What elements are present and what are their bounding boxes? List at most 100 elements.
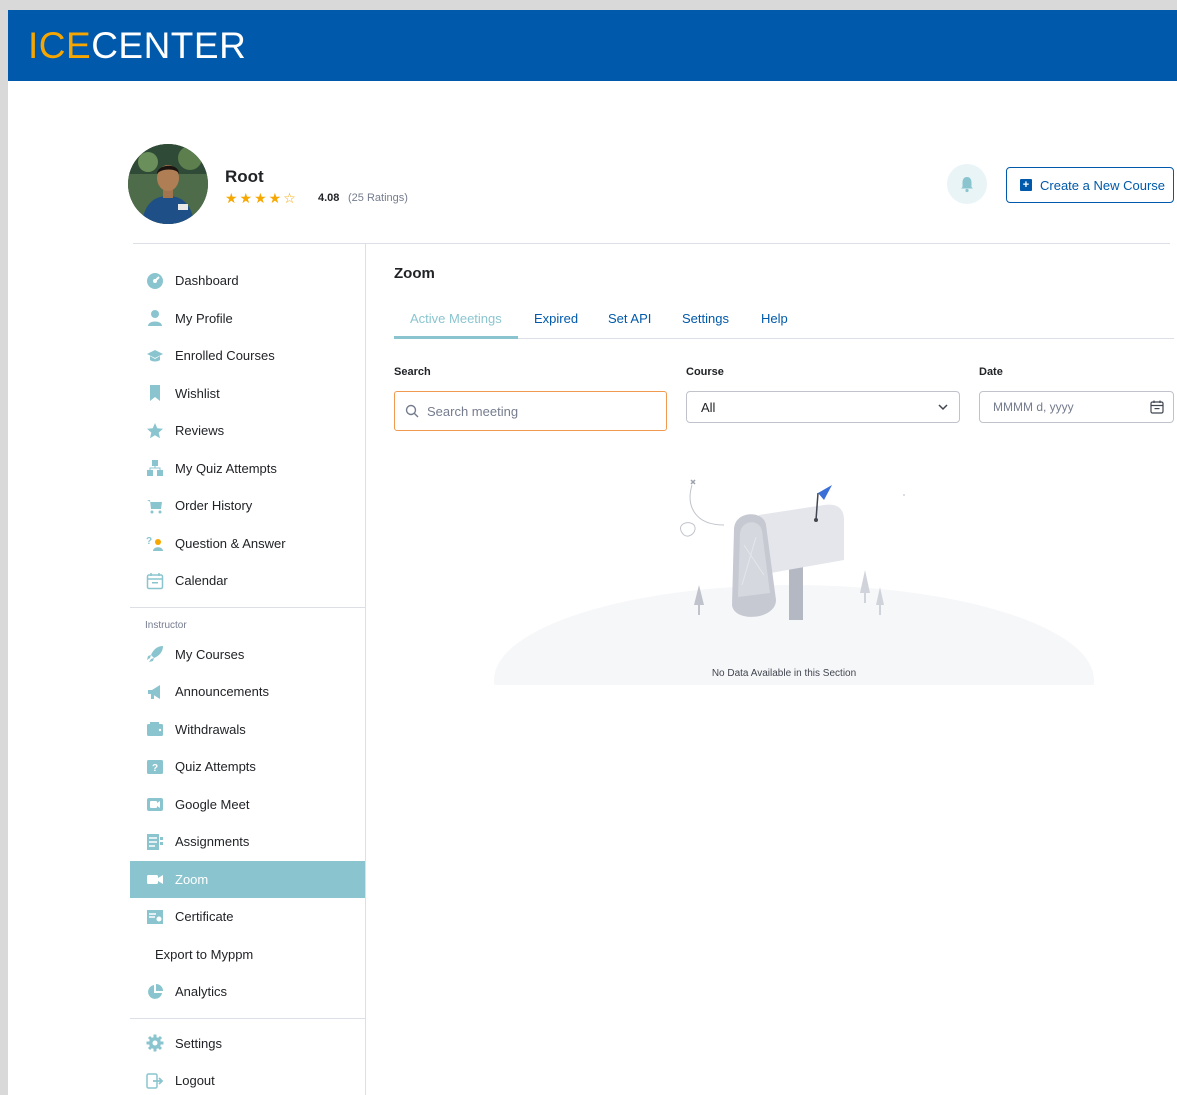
sidebar-item-label: Enrolled Courses	[175, 348, 275, 364]
sidebar-item-label: My Courses	[175, 646, 245, 662]
avatar[interactable]	[128, 144, 208, 224]
chevron-down-icon	[938, 404, 948, 411]
app-window: ICECENTER Root ★★★★☆ 4.08 (25 Ratings) +…	[8, 10, 1177, 1095]
sidebar-divider	[365, 244, 366, 1095]
zoom-camera-icon	[146, 870, 164, 888]
sidebar-item-order-history[interactable]: Order History	[130, 487, 365, 525]
sidebar-item-certificate[interactable]: Certificate	[130, 898, 365, 936]
sidebar-item-label: Export to Myppm	[155, 946, 254, 962]
rocket-icon	[146, 645, 164, 663]
course-select-value: All	[701, 399, 716, 415]
sidebar-item-label: Order History	[175, 498, 253, 514]
date-label: Date	[979, 366, 1003, 378]
calendar-icon	[146, 572, 164, 590]
logo-ice-text: ICE	[28, 25, 92, 66]
sidebar-item-withdrawals[interactable]: Withdrawals	[130, 711, 365, 749]
sidebar-item-analytics[interactable]: Analytics	[130, 973, 365, 1011]
date-placeholder: MMMM d, yyyy	[993, 400, 1074, 414]
profile-name: Root	[225, 167, 264, 186]
sidebar-item-label: Certificate	[175, 909, 234, 925]
sidebar-item-label: Settings	[175, 1035, 222, 1051]
profile-header: Root ★★★★☆ 4.08 (25 Ratings) + Create a …	[128, 144, 1177, 224]
sidebar-item-label: Withdrawals	[175, 721, 246, 737]
svg-text:?: ?	[146, 536, 152, 547]
search-input[interactable]	[427, 403, 647, 419]
sidebar-item-wishlist[interactable]: Wishlist	[130, 375, 365, 413]
dashboard-icon	[146, 272, 164, 290]
sidebar: Dashboard My Profile Enrolled Courses Wi…	[130, 262, 365, 1095]
sidebar-item-question-answer[interactable]: ? Question & Answer	[130, 525, 365, 563]
tab-active-meetings[interactable]: Active Meetings	[410, 311, 502, 326]
sidebar-item-dashboard[interactable]: Dashboard	[130, 262, 365, 300]
tab-bar: Active Meetings Expired Set API Settings…	[394, 305, 1174, 339]
megaphone-icon	[146, 683, 164, 701]
sidebar-item-label: Announcements	[175, 684, 269, 700]
sidebar-item-label: Assignments	[175, 834, 250, 850]
tab-help[interactable]: Help	[761, 311, 788, 326]
page-title: Zoom	[394, 265, 435, 282]
empty-state-message: No Data Available in this Section	[711, 668, 857, 679]
sidebar-item-quiz-attempts[interactable]: ? Quiz Attempts	[130, 748, 365, 786]
tab-settings[interactable]: Settings	[682, 311, 729, 326]
logo[interactable]: ICECENTER	[28, 24, 246, 68]
star-icon	[146, 422, 164, 440]
course-select[interactable]: All	[686, 391, 960, 423]
sidebar-item-label: Question & Answer	[175, 535, 286, 551]
course-label: Course	[686, 366, 724, 378]
sidebar-item-assignments[interactable]: Assignments	[130, 823, 365, 861]
sidebar-separator	[130, 1017, 365, 1019]
sidebar-item-label: Quiz Attempts	[175, 759, 256, 775]
sidebar-item-calendar[interactable]: Calendar	[130, 562, 365, 600]
calendar-icon	[1150, 400, 1164, 414]
sidebar-item-label: Logout	[175, 1073, 215, 1089]
sidebar-item-my-courses[interactable]: My Courses	[130, 636, 365, 674]
sidebar-item-my-profile[interactable]: My Profile	[130, 300, 365, 338]
sidebar-item-label: Wishlist	[175, 385, 220, 401]
top-bar: ICECENTER	[8, 10, 1177, 81]
search-field[interactable]	[394, 391, 667, 431]
bell-icon	[961, 177, 973, 193]
instructor-section-label: Instructor	[145, 619, 187, 631]
main-content: Zoom Active Meetings Expired Set API Set…	[394, 265, 1174, 685]
sidebar-item-label: Calendar	[175, 573, 228, 589]
sidebar-item-zoom[interactable]: Zoom	[130, 860, 365, 898]
header-divider	[133, 243, 1170, 244]
sidebar-item-enrolled-courses[interactable]: Enrolled Courses	[130, 337, 365, 375]
sidebar-item-logout[interactable]: Logout	[130, 1062, 365, 1095]
logout-icon	[146, 1072, 164, 1090]
sidebar-item-settings[interactable]: Settings	[130, 1025, 365, 1063]
sidebar-item-export-to-myppm[interactable]: Export to Myppm	[130, 936, 365, 974]
question-answer-icon: ?	[146, 534, 164, 552]
rating-count: (25 Ratings)	[348, 192, 408, 204]
date-picker[interactable]: MMMM d, yyyy	[979, 391, 1174, 423]
user-icon	[146, 309, 164, 327]
certificate-icon	[146, 908, 164, 926]
sidebar-item-reviews[interactable]: Reviews	[130, 412, 365, 450]
logo-center-text: CENTER	[91, 25, 247, 66]
graduation-cap-icon	[146, 347, 164, 365]
avatar-photo	[128, 144, 208, 224]
sidebar-item-label: My Quiz Attempts	[175, 460, 277, 476]
rating-value: 4.08	[318, 192, 340, 204]
sidebar-item-google-meet[interactable]: Google Meet	[130, 786, 365, 824]
sidebar-item-label: Google Meet	[175, 796, 250, 812]
sidebar-item-label: Dashboard	[175, 273, 239, 289]
gear-icon	[146, 1034, 164, 1052]
sidebar-separator	[130, 606, 365, 608]
create-course-label: Create a New Course	[1040, 177, 1165, 193]
quiz-attempts-icon	[146, 459, 164, 477]
create-course-button[interactable]: + Create a New Course	[1006, 167, 1174, 203]
pie-chart-icon	[146, 983, 164, 1001]
sidebar-item-announcements[interactable]: Announcements	[130, 673, 365, 711]
sidebar-item-label: Analytics	[175, 984, 228, 1000]
tab-expired[interactable]: Expired	[534, 311, 578, 326]
quiz-icon: ?	[146, 758, 164, 776]
cart-icon	[146, 497, 164, 515]
rating-stars-icon: ★★★★☆	[225, 190, 298, 206]
sidebar-item-label: Reviews	[175, 423, 225, 439]
sidebar-item-my-quiz-attempts[interactable]: My Quiz Attempts	[130, 450, 365, 488]
notification-button[interactable]	[947, 164, 987, 204]
google-meet-icon	[146, 795, 164, 813]
plus-square-icon: +	[1020, 179, 1032, 191]
tab-set-api[interactable]: Set API	[608, 311, 651, 326]
